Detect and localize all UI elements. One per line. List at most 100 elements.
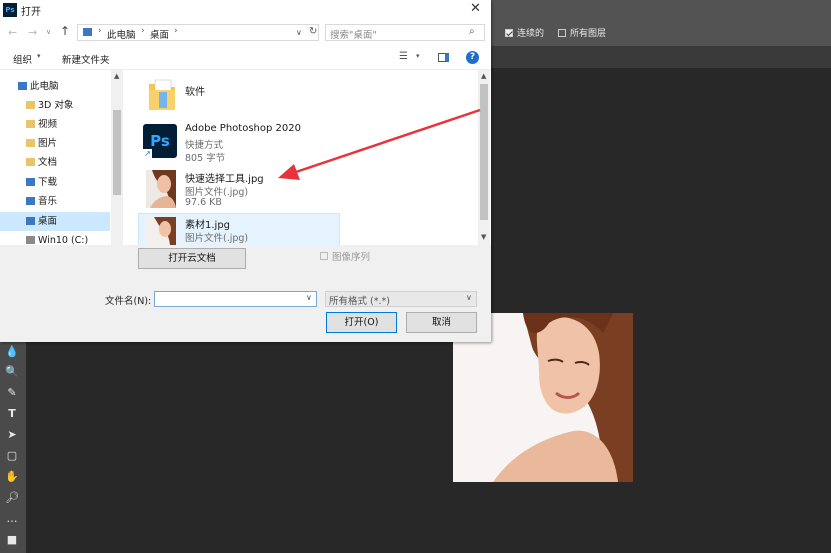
scroll-down-icon[interactable]: ▼ <box>481 233 486 241</box>
ps-toolbar: 💧 🔍 ✎ T ➤ ▢ ✋ 🔎︎ … ■ <box>0 340 26 553</box>
nav-item-label: 音乐 <box>38 196 58 207</box>
back-arrow-icon[interactable]: ← <box>8 26 17 39</box>
type-tool-icon[interactable]: T <box>3 406 21 422</box>
path-selection-tool-icon[interactable]: ➤ <box>3 427 21 443</box>
nav-item-pictures[interactable]: 图片 <box>26 135 57 153</box>
file-type-dropdown-icon[interactable]: ∨ <box>466 293 472 302</box>
nav-item-label: 视频 <box>38 119 58 130</box>
download-icon <box>26 178 35 186</box>
nav-item-label: 文档 <box>38 157 58 168</box>
file-size: 805 字节 <box>185 153 226 164</box>
nav-item-label: 下载 <box>38 177 58 188</box>
file-name: 软件 <box>185 87 205 98</box>
nav-item-downloads[interactable]: 下载 <box>26 174 57 192</box>
open-button[interactable]: 打开(O) <box>326 312 397 333</box>
nav-item-documents[interactable]: 文档 <box>26 154 57 172</box>
file-name: 快速选择工具.jpg <box>185 174 264 185</box>
view-dropdown-icon[interactable]: ▾ <box>416 52 420 60</box>
filename-dropdown-icon[interactable]: ∨ <box>306 293 312 302</box>
image-sequence-label: 图像序列 <box>332 252 371 263</box>
image-sequence-checkbox[interactable] <box>320 252 328 260</box>
file-list-pane: 软件 Ps ↗ Adobe Photoshop 2020 快捷方式 805 字节… <box>128 70 490 246</box>
breadcrumb-this-pc[interactable]: 此电脑 <box>107 27 136 41</box>
nav-item-music[interactable]: 音乐 <box>26 193 57 211</box>
nav-scroll-thumb[interactable] <box>113 110 121 195</box>
dodge-tool-icon[interactable]: 🔍 <box>3 364 21 380</box>
search-placeholder: 搜索"桌面" <box>330 30 377 41</box>
command-bar: 组织 ▾ 新建文件夹 ☰ ▾ ? <box>0 47 491 70</box>
view-options-icon[interactable]: ☰ <box>399 51 408 62</box>
image-thumbnail <box>146 170 176 208</box>
music-icon <box>26 197 35 205</box>
file-type-value: 所有格式 (*.*) <box>329 296 390 307</box>
open-file-dialog: Ps 打开 ✕ ← → ∨ ↑ › 此电脑 › 桌面 › ∨ ↻ 搜索"桌面" … <box>0 0 491 342</box>
nav-item-label: 3D 对象 <box>38 100 74 111</box>
file-type: 快捷方式 <box>185 140 224 151</box>
open-cloud-document-button[interactable]: 打开云文档 <box>138 248 246 269</box>
all-layers-label: 所有图层 <box>570 29 607 39</box>
new-folder-button[interactable]: 新建文件夹 <box>62 52 110 66</box>
folder-icon <box>149 79 175 110</box>
red-arrow-annotation <box>278 108 481 180</box>
help-icon[interactable]: ? <box>466 51 479 64</box>
folder-icon <box>26 101 35 109</box>
address-box[interactable]: › 此电脑 › 桌面 › ∨ ↻ <box>77 24 319 41</box>
scroll-up-icon[interactable]: ▲ <box>114 72 119 80</box>
breadcrumb-desktop[interactable]: 桌面 <box>150 27 169 41</box>
close-icon[interactable]: ✕ <box>470 1 481 16</box>
file-name: 素材1.jpg <box>185 220 231 231</box>
drive-icon <box>26 236 35 244</box>
computer-icon <box>83 28 92 36</box>
nav-scrollbar[interactable]: ▲ <box>111 70 123 245</box>
all-layers-option[interactable]: 所有图层 <box>558 26 606 39</box>
nav-item-3d-objects[interactable]: 3D 对象 <box>26 97 73 115</box>
filename-input[interactable]: ∨ <box>154 291 317 307</box>
photoshop-app-icon: Ps <box>3 3 17 17</box>
breadcrumb-separator-icon: › <box>98 26 102 36</box>
scroll-up-icon[interactable]: ▲ <box>481 72 486 80</box>
nav-item-label: 图片 <box>38 138 58 149</box>
folder-icon <box>26 158 35 166</box>
zoom-tool-icon[interactable]: 🔎︎ <box>3 490 21 506</box>
shortcut-arrow-icon: ↗ <box>143 149 152 158</box>
blur-tool-icon[interactable]: 💧 <box>3 344 21 360</box>
organize-dropdown-icon[interactable]: ▾ <box>37 52 41 60</box>
filename-label: 文件名(N): <box>105 296 152 307</box>
preview-pane-icon[interactable] <box>438 53 449 62</box>
cancel-button[interactable]: 取消 <box>406 312 477 333</box>
continuous-checkbox[interactable] <box>505 28 513 37</box>
address-bar-row: ← → ∨ ↑ › 此电脑 › 桌面 › ∨ ↻ 搜索"桌面" ⌕ <box>0 22 491 44</box>
folder-icon <box>26 120 35 128</box>
file-item-sucai1-jpg[interactable]: 素材1.jpg 图片文件(.jpg) <box>138 213 348 245</box>
breadcrumb-separator-icon: › <box>141 26 145 36</box>
file-type: 图片文件(.jpg) <box>185 233 249 244</box>
all-layers-checkbox[interactable] <box>558 28 566 37</box>
up-arrow-icon[interactable]: ↑ <box>60 24 70 38</box>
pen-tool-icon[interactable]: ✎ <box>3 385 21 401</box>
recent-dropdown-icon[interactable]: ∨ <box>46 28 51 36</box>
address-dropdown-icon[interactable]: ∨ <box>296 28 302 37</box>
rectangle-tool-icon[interactable]: ▢ <box>3 448 21 464</box>
nav-item-this-pc[interactable]: 此电脑 <box>18 78 59 96</box>
dialog-bottom-panel: 打开云文档 图像序列 文件名(N): ∨ 所有格式 (*.*) ∨ 打开(O) … <box>0 245 491 342</box>
search-box[interactable]: 搜索"桌面" ⌕ <box>325 24 485 41</box>
file-size: 97.6 KB <box>185 197 222 208</box>
organize-menu[interactable]: 组织 <box>13 52 32 66</box>
file-type-select[interactable]: 所有格式 (*.*) ∨ <box>325 291 477 307</box>
search-icon[interactable]: ⌕ <box>469 26 475 37</box>
breadcrumb-separator-icon: › <box>174 26 178 36</box>
more-tools-icon[interactable]: … <box>3 511 21 527</box>
hand-tool-icon[interactable]: ✋ <box>3 469 21 485</box>
nav-item-desktop[interactable]: 桌面 <box>26 213 57 231</box>
image-thumbnail <box>146 217 176 245</box>
color-swatches-icon[interactable]: ■ <box>3 532 21 548</box>
folder-icon <box>26 217 35 225</box>
nav-item-videos[interactable]: 视频 <box>26 116 57 134</box>
folder-icon <box>26 139 35 147</box>
dialog-titlebar: Ps 打开 ✕ <box>0 0 491 20</box>
continuous-option[interactable]: 连续的 <box>505 26 544 39</box>
ps-document-tabbar <box>490 46 831 68</box>
file-type: 图片文件(.jpg) <box>185 187 249 198</box>
forward-arrow-icon[interactable]: → <box>28 26 37 39</box>
refresh-icon[interactable]: ↻ <box>309 26 317 37</box>
